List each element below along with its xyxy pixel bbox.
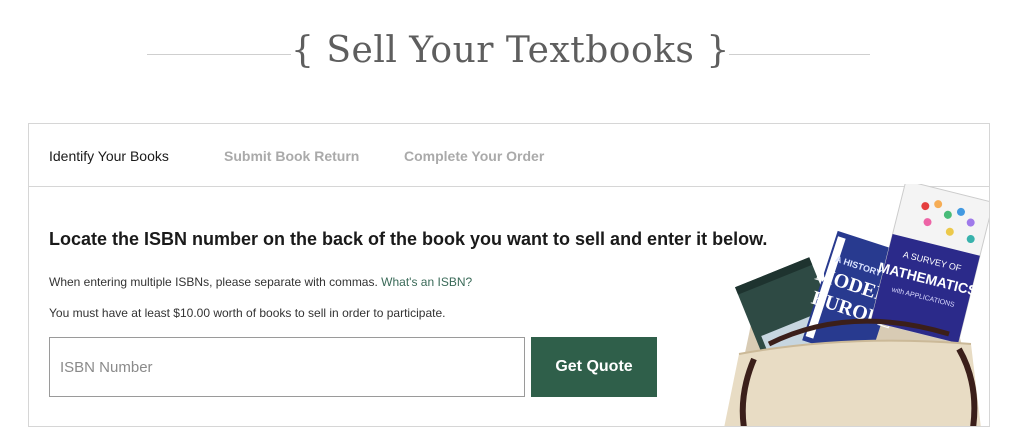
get-quote-button[interactable]: Get Quote bbox=[531, 337, 657, 397]
sell-textbooks-page: { Sell Your Textbooks } Identify Your Bo… bbox=[0, 0, 1027, 434]
tab-submit-book-return[interactable]: Submit Book Return bbox=[224, 148, 359, 164]
minimum-value-note: You must have at least $10.00 worth of b… bbox=[49, 306, 446, 320]
tote-bag-with-textbooks-icon: A HISTORY OF MODERN EUROPE A SURVEY OF M… bbox=[724, 180, 989, 426]
multiple-isbn-text: When entering multiple ISBNs, please sep… bbox=[49, 275, 378, 289]
tab-identify-your-books[interactable]: Identify Your Books bbox=[49, 148, 169, 164]
isbn-input[interactable] bbox=[49, 337, 525, 397]
title-divider-left bbox=[147, 54, 291, 55]
whats-an-isbn-link[interactable]: What's an ISBN? bbox=[381, 275, 472, 289]
sell-form-card: Identify Your Books Submit Book Return C… bbox=[28, 123, 990, 427]
bag-front-panel bbox=[724, 340, 981, 426]
title-divider-right bbox=[729, 54, 870, 55]
step-tabs: Identify Your Books Submit Book Return C… bbox=[29, 124, 989, 187]
page-header: { Sell Your Textbooks } bbox=[0, 24, 1027, 84]
page-title: { Sell Your Textbooks } bbox=[291, 30, 730, 71]
instructions-headline: Locate the ISBN number on the back of th… bbox=[49, 229, 768, 249]
multiple-isbn-note: When entering multiple ISBNs, please sep… bbox=[49, 275, 472, 289]
tab-complete-your-order[interactable]: Complete Your Order bbox=[404, 148, 544, 164]
tote-bag-books-illustration: A HISTORY OF MODERN EUROPE A SURVEY OF M… bbox=[709, 180, 989, 426]
